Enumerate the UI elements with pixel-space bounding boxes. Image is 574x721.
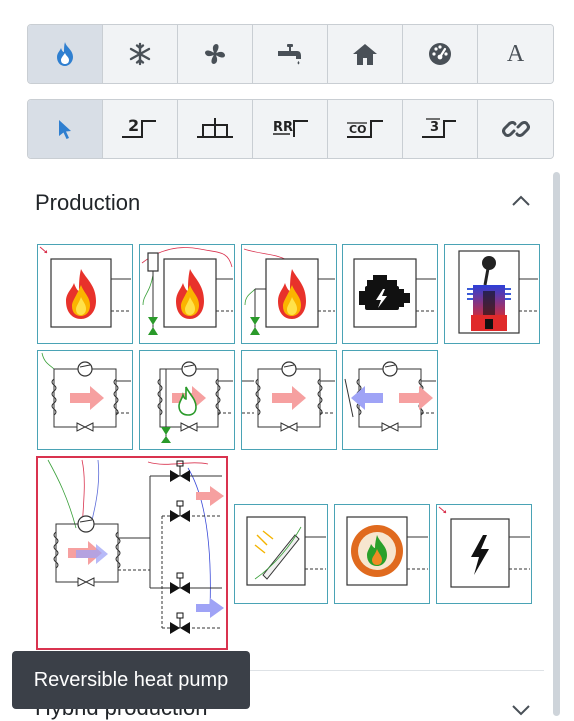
chevron-up-icon[interactable] [511,195,531,207]
co-tool-button[interactable]: CO [328,100,403,158]
level-2-icon: 2 [122,116,156,138]
boiler-with-tank-tile[interactable] [139,244,235,344]
electric-boiler-drawing [438,506,530,588]
heat-pump-drawing [41,352,131,432]
reversible-heat-pump-drawing [47,459,224,634]
flame-icon [57,42,73,66]
rr-icon: RR [273,120,308,137]
svg-text:2: 2 [128,116,139,135]
text-category-button[interactable]: A [478,25,553,83]
level-3-tool-button[interactable]: 3 [403,100,478,158]
select-tool-button[interactable] [28,100,103,158]
boiler-with-pump-tile[interactable] [241,244,337,344]
home-icon [353,44,377,65]
fan-icon [205,44,225,64]
snowflake-icon [129,42,151,66]
gas-heat-pump-drawing [157,361,233,443]
scrollbar[interactable] [553,172,560,716]
stirling-drawing [458,250,538,334]
connector-icon [197,118,233,138]
text-icon: A [506,40,525,67]
heat-pump-exchange-drawing [344,361,436,432]
engine-drawing [353,258,436,328]
co-icon: CO [347,120,383,138]
heat-pump-tile[interactable] [37,350,133,450]
water-category-button[interactable] [253,25,328,83]
boiler-drawing [39,246,131,328]
solar-thermal-drawing [246,516,326,586]
link-icon [501,121,530,137]
svg-text:CO: CO [349,123,366,136]
gas-heat-pump-tile[interactable] [139,350,235,450]
tooltip-text: Reversible heat pump [33,668,229,691]
boiler-pump-drawing [243,248,335,335]
tooltip: Reversible heat pump [12,651,250,709]
heat-pump-variant-tile[interactable] [241,350,337,450]
heat-pump-exchange-tile[interactable] [342,350,438,450]
ventilation-category-button[interactable] [178,25,253,83]
electric-boiler-tile[interactable] [436,504,532,604]
cooling-category-button[interactable] [103,25,178,83]
level-2-tool-button[interactable]: 2 [103,100,178,158]
engine-chp-tile[interactable] [342,244,438,344]
rr-tool-button[interactable]: RR [253,100,328,158]
faucet-icon [278,44,301,65]
building-category-button[interactable] [328,25,403,83]
tool-toolbar: 2 RR CO 3 [27,99,554,159]
link-tool-button[interactable] [478,100,553,158]
biomass-boiler-tile[interactable] [334,504,430,604]
svg-text:3: 3 [430,120,439,135]
solar-thermal-tile[interactable] [234,504,328,604]
boiler-tile[interactable] [37,244,133,344]
reversible-heat-pump-tile[interactable] [36,456,228,650]
heating-category-button[interactable] [28,25,103,83]
regulation-category-button[interactable] [403,25,478,83]
boiler-tank-drawing [141,247,233,335]
connector-tool-button[interactable] [178,100,253,158]
stirling-engine-tile[interactable] [444,244,540,344]
heat-pump-variant-drawing [242,361,335,432]
svg-text:RR: RR [273,120,293,135]
category-toolbar: A [27,24,554,84]
cursor-icon [59,120,71,139]
biomass-drawing [346,516,428,586]
chevron-down-icon[interactable] [511,704,531,716]
gauge-icon [429,43,451,65]
production-section-title[interactable]: Production [35,190,140,216]
level-3-icon: 3 [422,118,456,138]
